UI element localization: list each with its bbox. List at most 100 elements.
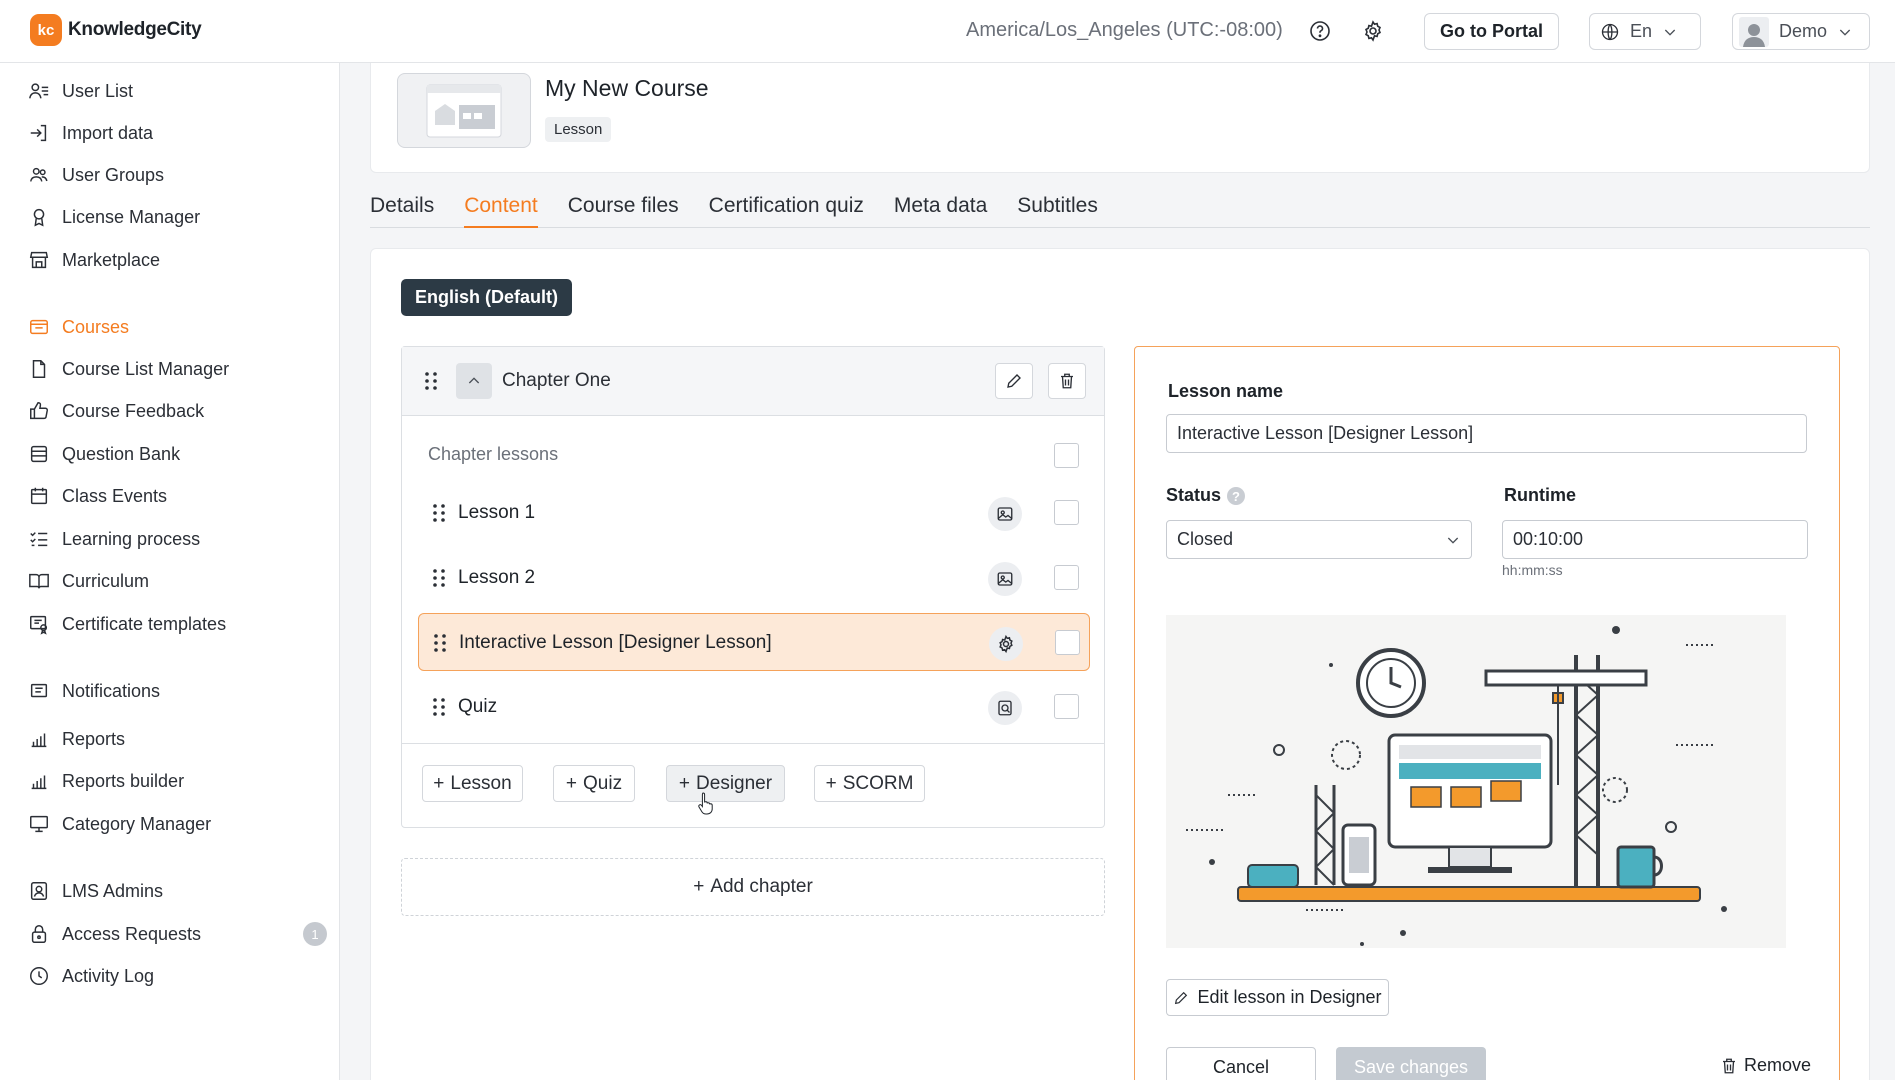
lesson-checkbox[interactable] <box>1054 565 1079 590</box>
sidebar-item-user-groups[interactable]: User Groups <box>28 160 328 190</box>
logo-text: KnowledgeCity <box>68 19 202 40</box>
select-all-lessons-checkbox[interactable] <box>1054 443 1079 468</box>
lesson-row-4[interactable]: Quiz <box>418 678 1090 736</box>
lesson-checkbox[interactable] <box>1054 694 1079 719</box>
sidebar-item-access-requests[interactable]: Access Requests 1 <box>28 919 328 949</box>
drag-handle-icon[interactable] <box>432 697 446 717</box>
sidebar-item-lms-admins[interactable]: LMS Admins <box>28 876 328 906</box>
sidebar-item-question-bank[interactable]: Question Bank <box>28 439 328 469</box>
sidebar-item-marketplace[interactable]: Marketplace <box>28 245 328 275</box>
lesson-row-1[interactable]: Lesson 1 <box>418 484 1090 542</box>
license-icon <box>33 208 45 227</box>
sidebar-item-license-manager[interactable]: License Manager <box>28 202 328 232</box>
add-scorm-button[interactable]: + SCORM <box>814 765 925 802</box>
sidebar-item-import-data[interactable]: Import data <box>28 118 328 148</box>
tab-meta-data[interactable]: Meta data <box>894 194 987 228</box>
sidebar-item-activity-log[interactable]: Activity Log <box>28 961 328 991</box>
store-icon <box>29 251 49 269</box>
user-menu[interactable]: Demo <box>1732 13 1870 50</box>
edit-chapter-button[interactable] <box>995 363 1033 399</box>
checklist-icon <box>30 532 48 547</box>
sidebar-item-course-feedback[interactable]: Course Feedback <box>28 396 328 426</box>
lesson-checkbox[interactable] <box>1055 630 1080 655</box>
lesson-checkbox[interactable] <box>1054 500 1079 525</box>
tab-content[interactable]: Content <box>464 194 538 228</box>
chevron-up-icon <box>468 377 480 384</box>
add-lesson-button[interactable]: + Lesson <box>422 765 523 802</box>
status-label: Status? <box>1166 485 1246 506</box>
lesson-name-label: Lesson name <box>1168 381 1284 401</box>
timezone-label[interactable]: America/Los_Angeles (UTC:-08:00) <box>966 19 1283 42</box>
lesson-name: Quiz <box>458 696 498 717</box>
gear-icon[interactable] <box>1361 19 1385 43</box>
courses-icon <box>30 319 48 335</box>
help-icon[interactable] <box>1308 19 1332 43</box>
add-quiz-button[interactable]: + Quiz <box>553 765 635 802</box>
cancel-button[interactable]: Cancel <box>1166 1047 1316 1080</box>
lesson-preview-illustration <box>1166 615 1786 948</box>
lesson-name-input[interactable] <box>1166 414 1807 453</box>
lesson-name: Lesson 1 <box>458 502 536 523</box>
chapter-lessons-label: Chapter lessons <box>428 444 559 464</box>
logo-mark: kc <box>30 14 62 46</box>
sidebar-item-reports[interactable]: Reports <box>28 724 328 754</box>
drag-handle-icon[interactable] <box>433 633 447 653</box>
chevron-down-icon <box>1839 29 1851 36</box>
tab-certification-quiz[interactable]: Certification quiz <box>709 194 864 228</box>
calendar-icon <box>30 487 48 505</box>
sidebar-item-courses[interactable]: Courses <box>28 312 328 342</box>
logo[interactable]: kc KnowledgeCity <box>30 14 202 46</box>
runtime-label: Runtime <box>1504 485 1576 505</box>
sidebar-item-user-list[interactable]: User List <box>28 76 328 106</box>
language-pill-english[interactable]: English (Default) <box>401 279 572 316</box>
sidebar-item-course-list-manager[interactable]: Course List Manager <box>28 354 328 384</box>
add-lesson-label: Lesson <box>450 772 512 794</box>
database-icon <box>30 445 48 463</box>
trash-icon <box>1061 373 1073 389</box>
sidebar-item-class-events[interactable]: Class Events <box>28 481 328 511</box>
runtime-input[interactable] <box>1502 520 1808 559</box>
chevron-down-icon <box>1447 537 1459 544</box>
chapter-header: Chapter One <box>402 347 1104 416</box>
lesson-row-2[interactable]: Lesson 2 <box>418 549 1090 607</box>
lesson-row-3-selected[interactable]: Interactive Lesson [Designer Lesson] <box>418 613 1090 671</box>
lesson-name: Lesson 2 <box>458 567 536 588</box>
chapter-title: Chapter One <box>502 370 611 391</box>
pencil-icon <box>1175 991 1188 1004</box>
sidebar-item-certificate-templates[interactable]: Certificate templates <box>28 609 328 639</box>
sidebar-item-learning-process[interactable]: Learning process <box>28 524 328 554</box>
language-value: En <box>1630 21 1653 41</box>
sidebar-item-curriculum[interactable]: Curriculum <box>28 566 328 596</box>
language-select[interactable]: En <box>1589 13 1701 50</box>
sidebar-item-category-manager[interactable]: Category Manager <box>28 809 328 839</box>
runtime-format-hint: hh:mm:ss <box>1502 562 1563 578</box>
drag-handle-icon[interactable] <box>432 503 446 523</box>
sidebar-item-notifications[interactable]: Notifications <box>28 676 328 706</box>
add-designer-button[interactable]: + Designer <box>666 765 785 802</box>
tab-course-files[interactable]: Course files <box>568 194 679 228</box>
plus-icon: + <box>678 772 691 794</box>
course-thumbnail-image <box>426 84 502 137</box>
delete-chapter-button[interactable] <box>1048 363 1086 399</box>
sidebar-item-label: User List <box>62 80 134 101</box>
add-chapter-button[interactable]: + Add chapter <box>401 858 1105 916</box>
gear-icon <box>999 634 1013 654</box>
chapter-card: Chapter One Chapter lessons Lesson 1 Les… <box>401 346 1105 828</box>
sidebar-item-label: Activity Log <box>62 965 155 986</box>
course-thumbnail <box>397 73 531 148</box>
drag-handle-icon[interactable] <box>432 568 446 588</box>
status-select[interactable]: Closed <box>1166 520 1472 559</box>
collapse-chapter-button[interactable] <box>456 363 492 399</box>
drag-handle-icon[interactable] <box>424 371 438 391</box>
edit-lesson-in-designer-button[interactable]: Edit lesson in Designer <box>1166 979 1389 1016</box>
remove-lesson-button[interactable]: Remove <box>1720 1055 1811 1076</box>
save-changes-button[interactable]: Save changes <box>1336 1047 1486 1080</box>
status-help-icon[interactable]: ? <box>1227 487 1246 506</box>
sidebar-item-reports-builder[interactable]: Reports builder <box>28 766 328 796</box>
quiz-icon <box>998 700 1012 716</box>
divider <box>402 743 1104 744</box>
tab-subtitles[interactable]: Subtitles <box>1017 194 1098 228</box>
tab-details[interactable]: Details <box>370 194 434 228</box>
go-to-portal-button[interactable]: Go to Portal <box>1424 13 1559 50</box>
lock-icon <box>31 925 47 943</box>
